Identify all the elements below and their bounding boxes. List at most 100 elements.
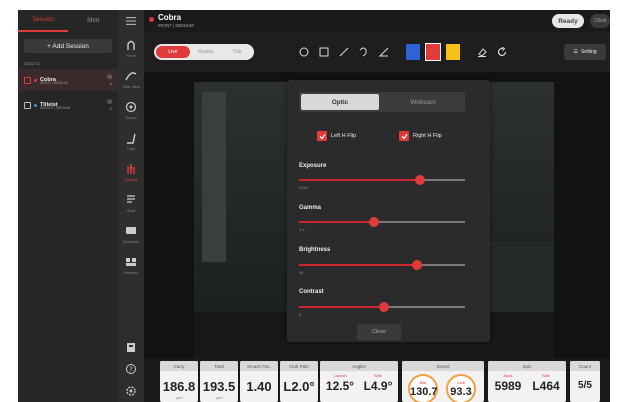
left-flip-checkbox[interactable] bbox=[317, 131, 327, 141]
session-date: 2023-11 bbox=[24, 61, 41, 66]
optic-settings-dialog: Optic Webcam Left H Flip Right H Flip Ex… bbox=[287, 80, 490, 342]
color-swatch-yellow[interactable] bbox=[446, 44, 460, 60]
eraser-icon[interactable] bbox=[474, 44, 490, 60]
color-swatch-red[interactable] bbox=[425, 43, 441, 61]
nav-sessions[interactable]: Sessions bbox=[118, 218, 144, 249]
exit-label: Exit bbox=[597, 18, 607, 24]
gamma-value: 0.4 bbox=[299, 227, 305, 232]
drawing-toolbar: Live Replay Title ☰ Setting bbox=[144, 32, 610, 72]
exposure-slider[interactable] bbox=[299, 175, 465, 185]
curve-tool-icon[interactable] bbox=[356, 44, 372, 60]
club-path-card: Club Path L2.0° bbox=[280, 361, 318, 402]
group-icon bbox=[125, 100, 137, 114]
ball-speed-gauge: Ball 130.7 bbox=[408, 374, 438, 402]
setting-label: Setting bbox=[580, 49, 597, 55]
total-header: Total bbox=[200, 361, 238, 371]
nav-label: Sessions bbox=[122, 238, 140, 244]
speed-card: Speed Ball 130.7 Club 93.3 bbox=[402, 361, 484, 402]
tab-webcam[interactable]: Webcam bbox=[383, 94, 463, 110]
tab-session[interactable]: Session bbox=[18, 10, 68, 32]
nav-label: Setting bbox=[124, 176, 138, 182]
svg-text:?: ? bbox=[129, 366, 133, 374]
exposure-label: Exposure bbox=[299, 163, 327, 169]
add-session-button[interactable]: + Add Session bbox=[24, 39, 112, 53]
session-sub: IRON7 | MEDIUM bbox=[40, 81, 68, 85]
exposure-knob[interactable] bbox=[415, 175, 426, 185]
session-file-icon[interactable]: ▤ bbox=[107, 74, 112, 80]
session-file-icon[interactable]: ▤ bbox=[107, 99, 112, 105]
exit-button[interactable]: ⎋ Exit bbox=[590, 14, 610, 28]
contrast-label: Contrast bbox=[299, 289, 324, 295]
side-spin: Side L464 bbox=[528, 373, 564, 393]
gamma-slider[interactable] bbox=[299, 217, 465, 227]
nav-club[interactable]: Club bbox=[118, 125, 144, 156]
session-checkbox[interactable] bbox=[24, 76, 31, 84]
sessions-icon bbox=[125, 224, 137, 238]
right-flip-checkbox[interactable] bbox=[399, 131, 409, 141]
brightness-fill bbox=[299, 264, 417, 266]
setting-sliders-icon: ☰ bbox=[573, 49, 578, 55]
club-speed-label: Club bbox=[456, 380, 466, 385]
session-sub: DRIVER | MEDIUM bbox=[40, 106, 71, 110]
nav-group[interactable]: Group bbox=[118, 94, 144, 125]
brightness-value: 46 bbox=[299, 270, 304, 275]
club-status-dot bbox=[149, 17, 154, 22]
brightness-knob[interactable] bbox=[411, 260, 422, 270]
club-subtitle: IRON7 | MEDIUM bbox=[158, 23, 194, 28]
settings-icon[interactable] bbox=[118, 380, 144, 402]
smash-header: Smash Fac. bbox=[240, 361, 278, 371]
brightness-slider[interactable] bbox=[299, 260, 465, 270]
tab-shot[interactable]: Shot bbox=[68, 10, 118, 32]
color-swatch-blue[interactable] bbox=[406, 44, 420, 60]
count-value: 5/5 bbox=[578, 380, 592, 391]
club-icon bbox=[125, 131, 137, 145]
gamma-label: Gamma bbox=[299, 205, 322, 211]
session-item-titleist[interactable]: Titleist DRIVER | MEDIUM ▤ 0 bbox=[18, 94, 118, 116]
side-spin-label: Side bbox=[541, 373, 550, 378]
hamburger-menu-icon[interactable] bbox=[118, 10, 144, 32]
mode-toggle: Live Replay Title bbox=[154, 44, 254, 60]
dialog-tabs: Optic Webcam bbox=[299, 92, 465, 112]
session-color-dot bbox=[34, 78, 37, 82]
mode-replay[interactable]: Replay bbox=[190, 46, 222, 58]
smash-value: 1.40 bbox=[246, 379, 272, 394]
speed-header: Speed bbox=[402, 361, 484, 371]
right-flip-option[interactable]: Right H Flip bbox=[399, 131, 442, 141]
smash-card: Smash Fac. 1.40 bbox=[240, 361, 278, 402]
club-speed-value: 93.3 bbox=[450, 386, 472, 398]
session-color-dot bbox=[34, 103, 37, 107]
angle-tool-icon[interactable] bbox=[376, 44, 392, 60]
session-checkbox[interactable] bbox=[24, 101, 31, 109]
nav-front[interactable]: Front bbox=[118, 32, 144, 63]
setting-button[interactable]: ☰ Setting bbox=[564, 44, 606, 60]
exposure-fill bbox=[299, 179, 421, 181]
refresh-icon[interactable] bbox=[494, 44, 510, 60]
nav-label: Club bbox=[126, 145, 136, 151]
contrast-value: 3 bbox=[299, 312, 302, 317]
nav-label: Side View bbox=[122, 83, 140, 89]
side-angle: Side L4.9° bbox=[360, 373, 396, 393]
close-button[interactable]: Close bbox=[357, 324, 401, 340]
mode-live[interactable]: Live bbox=[156, 46, 190, 58]
mode-title[interactable]: Title bbox=[222, 46, 252, 58]
circle-tool-icon[interactable] bbox=[296, 44, 312, 60]
tab-optic[interactable]: Optic bbox=[301, 94, 379, 110]
gamma-knob[interactable] bbox=[368, 217, 379, 227]
help-icon[interactable]: ? bbox=[118, 358, 144, 380]
ball-speed-label: Ball bbox=[419, 380, 427, 385]
nav-side-view[interactable]: Side View bbox=[118, 63, 144, 94]
export-icon[interactable] bbox=[118, 336, 144, 358]
shot-icon bbox=[125, 193, 137, 207]
left-flip-option[interactable]: Left H Flip bbox=[317, 131, 356, 141]
angles-card: Angles Launch 12.5° Side L4.9° bbox=[320, 361, 398, 402]
session-item-cobra[interactable]: Cobra IRON7 | MEDIUM ▤ 5 bbox=[18, 69, 118, 91]
nav-shot[interactable]: Shot bbox=[118, 187, 144, 218]
line-tool-icon[interactable] bbox=[336, 44, 352, 60]
rectangle-tool-icon[interactable] bbox=[316, 44, 332, 60]
nav-setting[interactable]: Setting bbox=[118, 156, 144, 187]
contrast-knob[interactable] bbox=[378, 302, 389, 312]
setting-icon bbox=[125, 162, 137, 176]
nav-number[interactable]: Number bbox=[118, 249, 144, 280]
carry-header: Carry bbox=[160, 361, 198, 371]
contrast-slider[interactable] bbox=[299, 302, 465, 312]
